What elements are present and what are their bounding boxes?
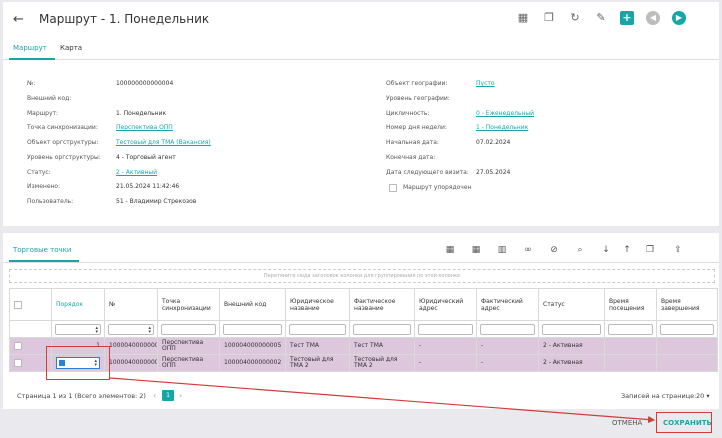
annotation-arrow	[109, 377, 656, 424]
